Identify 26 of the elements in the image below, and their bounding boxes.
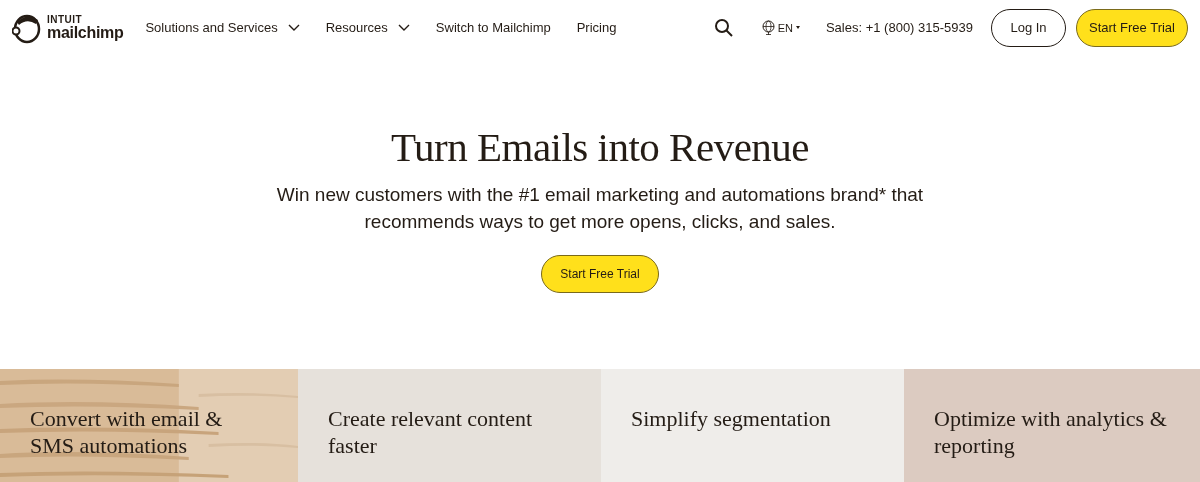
hero-subtitle: Win new customers with the #1 email marketing and automations brand* that recommends ways to get more opens, clicks, and sales. [275, 183, 925, 234]
feature-tile[interactable]: Convert with email & SMS automations [0, 369, 298, 482]
nav-link[interactable]: Pricing [576, 20, 617, 35]
feature-title: Simplify segmentation [631, 405, 832, 432]
globe-icon [761, 20, 775, 35]
nav-link[interactable]: Resources [325, 20, 410, 35]
feature-title: Convert with email & SMS automations [30, 405, 224, 459]
search-icon[interactable] [714, 18, 733, 37]
language-selector[interactable]: EN [761, 20, 800, 35]
feature-tile[interactable]: Create relevant content faster [298, 369, 601, 482]
chevron-down-icon [397, 24, 410, 31]
nav-link[interactable]: Solutions and Services [145, 20, 300, 35]
nav-link[interactable]: Switch to Mailchimp [435, 20, 551, 35]
feature-title: Optimize with analytics & reporting [934, 405, 1168, 459]
login-button[interactable]: Log In [991, 8, 1066, 47]
feature-tile[interactable]: Simplify segmentation [601, 369, 904, 482]
logo-brand: INTUIT [47, 14, 84, 25]
sales-phone: Sales: +1 (800) 315-5939 [825, 20, 973, 35]
hero-title: Turn Emails into Revenue [390, 123, 810, 171]
caret-icon [795, 26, 800, 29]
chevron-down-icon [287, 24, 300, 31]
start-trial-button[interactable]: Start Free Trial [541, 255, 659, 293]
feature-tile[interactable]: Optimize with analytics & reporting [904, 369, 1200, 482]
feature-title: Create relevant content faster [328, 405, 533, 459]
logo-wordmark[interactable]: mailchimp [47, 24, 124, 41]
start-trial-button[interactable]: Start Free Trial [1076, 8, 1188, 47]
